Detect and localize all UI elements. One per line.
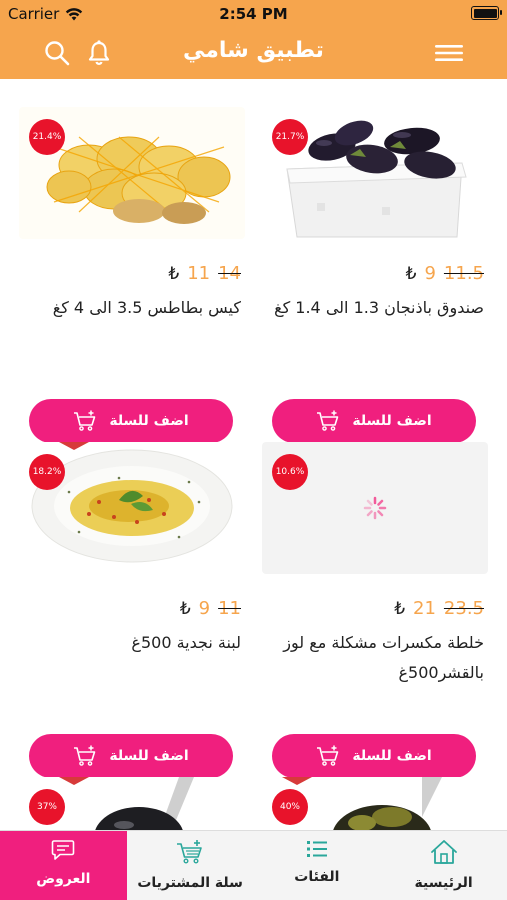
add-to-cart-label: اضف للسلة [352, 413, 432, 429]
menu-button[interactable] [432, 36, 466, 70]
price-row: ₺ 9 11.5 [406, 263, 484, 284]
new-price: 9 [198, 598, 211, 619]
currency-symbol: ₺ [394, 598, 406, 619]
top-bar: Carrier 2:54 PM تطبيق شامي [0, 0, 507, 79]
battery-icon [471, 6, 502, 20]
cart-add-icon [74, 410, 96, 431]
status-bar: Carrier 2:54 PM [0, 0, 507, 28]
price-row: ₺ 11 14 [168, 263, 241, 284]
add-to-cart-label: اضف للسلة [352, 748, 432, 764]
product-name: خلطة مكسرات مشكلة مع لوز بالقشر500غ [283, 633, 484, 682]
product-image[interactable]: 21.7% [262, 107, 488, 239]
product-card[interactable]: 18.2% ₺ 9 11 لبنة نجدية 500غ اضف للسلة [19, 442, 247, 782]
cart-add-icon [317, 410, 339, 431]
add-to-cart-button[interactable]: اضف للسلة [272, 734, 476, 778]
discount-badge: 21.7% [272, 119, 308, 155]
product-name: كيس بطاطس 3.5 الى 4 كغ [52, 298, 241, 317]
currency-symbol: ₺ [168, 263, 180, 284]
bottom-tab-bar: العروض سلة المشتريات الفئات الرئيسية [0, 830, 507, 900]
old-price: 11.5 [443, 263, 484, 284]
add-to-cart-label: اضف للسلة [109, 413, 189, 429]
discount-badge: 18.2% [29, 454, 65, 490]
new-price: 9 [424, 263, 436, 284]
discount-badge: 37% [29, 789, 65, 825]
tab-home[interactable]: الرئيسية [380, 831, 507, 900]
chat-icon [52, 840, 75, 860]
product-card[interactable]: 21.7% ₺ 9 11.5 صندوق باذنجان 1.3 الى 1.4… [262, 107, 490, 447]
product-image[interactable]: 37% [19, 777, 245, 830]
add-to-cart-label: اضف للسلة [109, 748, 189, 764]
cart-add-icon [74, 745, 96, 766]
add-to-cart-button[interactable]: اضف للسلة [29, 399, 233, 443]
app-title: تطبيق شامي [183, 38, 324, 63]
product-name: لبنة نجدية 500غ [131, 633, 241, 652]
list-icon [306, 841, 327, 857]
add-to-cart-button[interactable]: اضف للسلة [29, 734, 233, 778]
old-price: 23.5 [443, 598, 484, 619]
cart-icon [177, 840, 202, 864]
product-image[interactable]: 10.6% [262, 442, 488, 574]
currency-symbol: ₺ [179, 598, 191, 619]
discount-badge: 21.4% [29, 119, 65, 155]
discount-badge: 10.6% [272, 454, 308, 490]
currency-symbol: ₺ [405, 263, 417, 284]
status-time: 2:54 PM [219, 5, 288, 23]
discount-badge: 40% [272, 789, 308, 825]
tab-cart-label: سلة المشتريات [137, 875, 243, 891]
tab-home-label: الرئيسية [414, 875, 473, 891]
tab-offers[interactable]: العروض [0, 831, 127, 900]
product-image[interactable]: 21.4% [19, 107, 245, 239]
product-card[interactable]: 10.6% ₺ 21 23.5 خلطة مكسرات مشكلة مع لوز… [262, 442, 490, 782]
tab-cart[interactable]: سلة المشتريات [127, 831, 254, 900]
tab-categories[interactable]: الفئات [254, 831, 381, 900]
tab-offers-label: العروض [36, 871, 91, 887]
add-to-cart-button[interactable]: اضف للسلة [272, 399, 476, 443]
tab-categories-label: الفئات [294, 869, 340, 885]
product-image[interactable]: 40% [262, 777, 488, 830]
new-price: 21 [413, 598, 436, 619]
product-card[interactable]: 40% [262, 777, 490, 830]
home-icon [430, 840, 457, 864]
new-price: 11 [187, 263, 211, 284]
product-image[interactable]: 18.2% [19, 442, 245, 574]
product-name: صندوق باذنجان 1.3 الى 1.4 كغ [274, 298, 484, 317]
product-grid: 21.4% ₺ 11 14 كيس بطاطس 3.5 الى 4 كغ اضف… [0, 79, 507, 830]
price-row: ₺ 21 23.5 [394, 598, 484, 619]
product-card[interactable]: 21.4% ₺ 11 14 كيس بطاطس 3.5 الى 4 كغ اضف… [19, 107, 247, 447]
price-row: ₺ 9 11 [180, 598, 241, 619]
old-price: 14 [218, 263, 241, 284]
app-header: تطبيق شامي [0, 28, 507, 79]
product-card[interactable]: 37% [19, 777, 247, 830]
cart-add-icon [317, 745, 339, 766]
hamburger-menu-icon [435, 45, 463, 61]
old-price: 11 [218, 598, 241, 619]
